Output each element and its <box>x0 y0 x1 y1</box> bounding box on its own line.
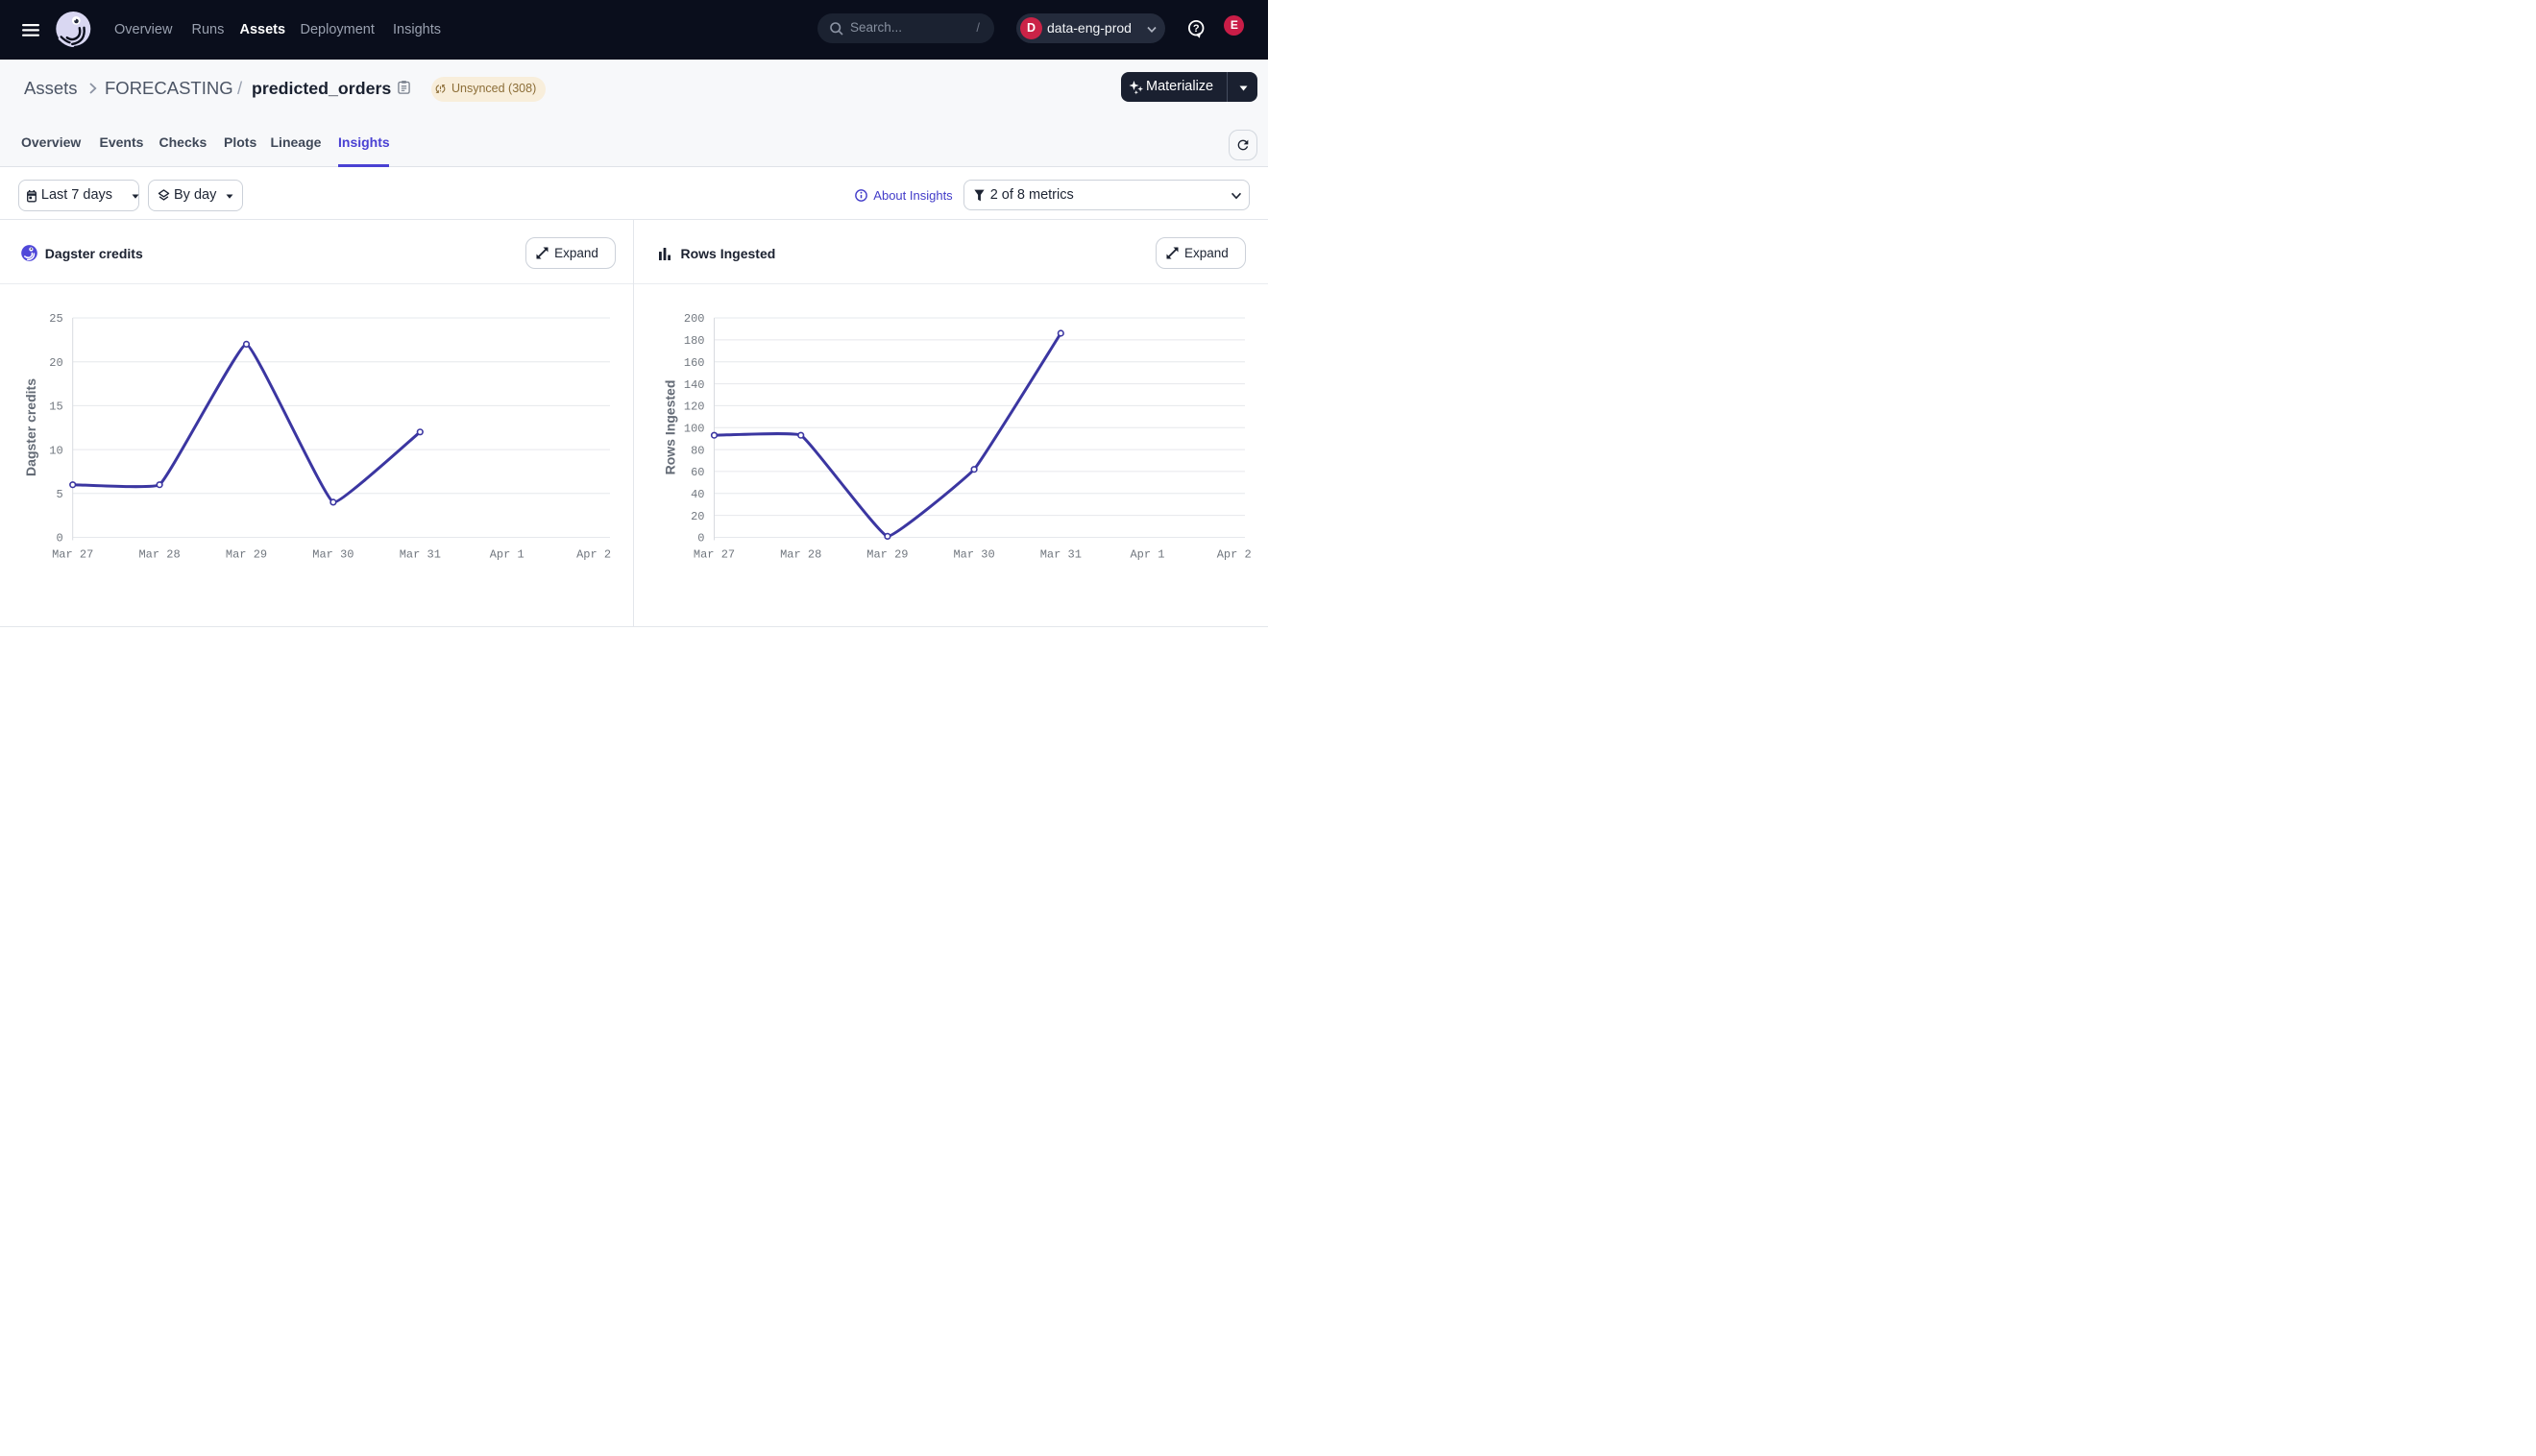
svg-text:Mar 28: Mar 28 <box>780 548 821 562</box>
svg-text:120: 120 <box>684 400 705 414</box>
svg-text:20: 20 <box>691 510 704 523</box>
svg-text:Apr 2: Apr 2 <box>1217 548 1252 562</box>
svg-text:15: 15 <box>49 400 62 414</box>
svg-text:Rows Ingested: Rows Ingested <box>662 380 677 475</box>
svg-text:100: 100 <box>684 422 705 435</box>
svg-text:Mar 30: Mar 30 <box>953 548 994 562</box>
svg-text:140: 140 <box>684 378 705 392</box>
svg-text:180: 180 <box>684 334 705 348</box>
svg-text:Mar 27: Mar 27 <box>694 548 735 562</box>
svg-text:40: 40 <box>691 488 704 501</box>
svg-text:0: 0 <box>697 532 704 546</box>
svg-text:60: 60 <box>691 466 704 479</box>
svg-text:?: ? <box>1192 23 1199 35</box>
svg-text:20: 20 <box>49 356 62 370</box>
svg-text:Apr 1: Apr 1 <box>490 548 524 562</box>
svg-text:160: 160 <box>684 356 705 370</box>
svg-text:Apr 2: Apr 2 <box>576 548 611 562</box>
svg-text:200: 200 <box>684 312 705 326</box>
svg-text:Mar 28: Mar 28 <box>138 548 180 562</box>
svg-text:Dagster credits: Dagster credits <box>23 378 38 476</box>
svg-text:Mar 27: Mar 27 <box>52 548 93 562</box>
svg-text:Mar 29: Mar 29 <box>226 548 267 562</box>
svg-text:0: 0 <box>56 532 62 546</box>
svg-text:80: 80 <box>691 444 704 457</box>
svg-text:Apr 1: Apr 1 <box>1130 548 1164 562</box>
svg-text:Mar 30: Mar 30 <box>312 548 354 562</box>
svg-text:25: 25 <box>49 312 62 326</box>
svg-text:10: 10 <box>49 444 62 457</box>
svg-text:Mar 29: Mar 29 <box>866 548 908 562</box>
svg-text:Mar 31: Mar 31 <box>1040 548 1082 562</box>
svg-text:Mar 31: Mar 31 <box>400 548 441 562</box>
svg-text:5: 5 <box>56 488 62 501</box>
